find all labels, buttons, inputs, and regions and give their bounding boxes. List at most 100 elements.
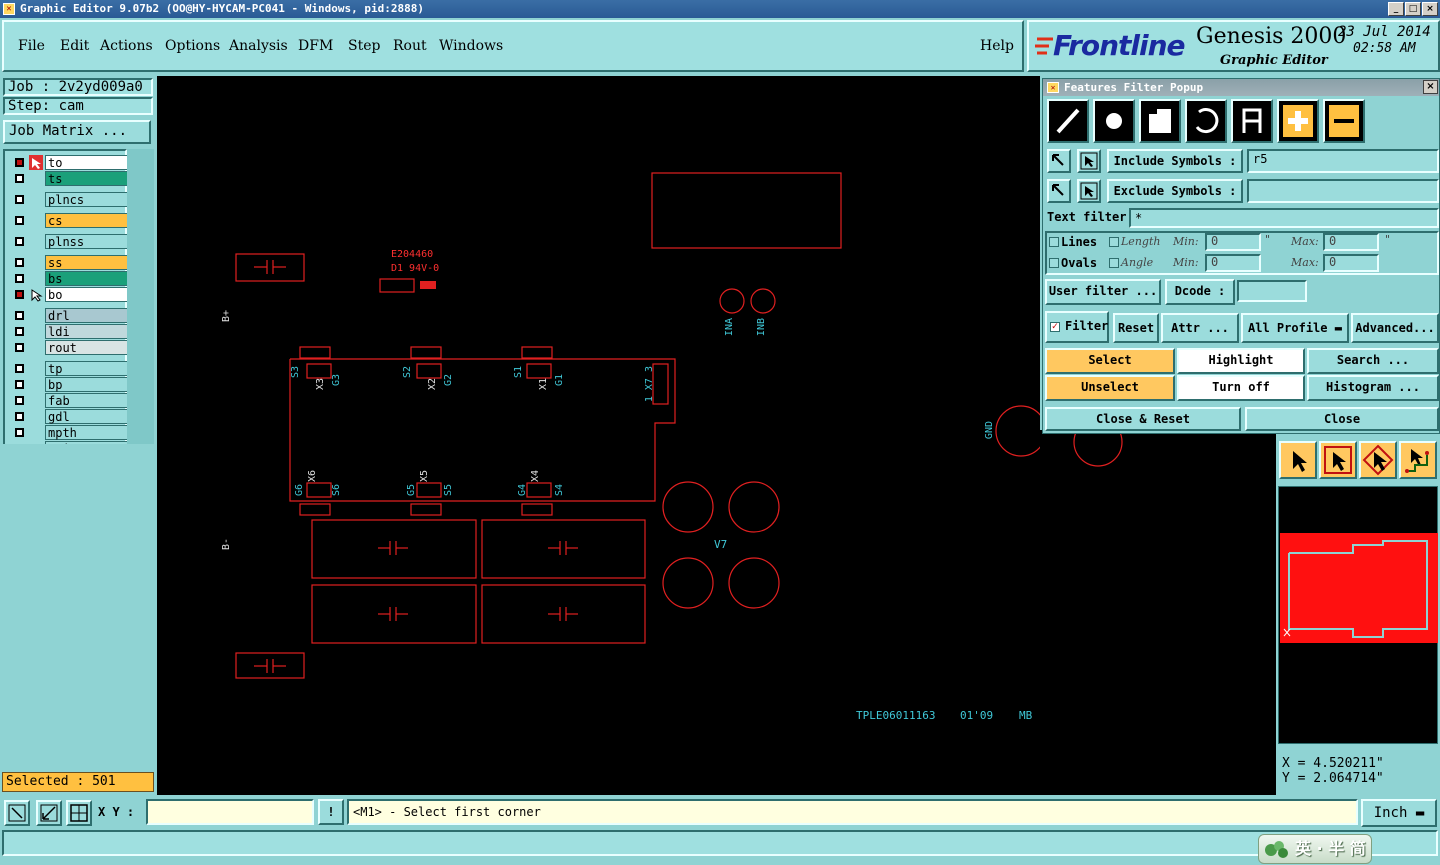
close-reset-button[interactable]: Close & Reset	[1045, 407, 1241, 431]
all-profile-button[interactable]: All Profile ▬	[1241, 313, 1349, 343]
menu-step[interactable]: Step	[348, 38, 380, 54]
alert-button[interactable]: !	[318, 799, 344, 825]
layer-checkbox[interactable]	[11, 193, 27, 206]
length-max-input[interactable]: 0	[1323, 233, 1379, 251]
layer-row[interactable]: drl	[11, 308, 129, 323]
layer-checkbox[interactable]	[11, 172, 27, 185]
layer-checkbox[interactable]	[11, 256, 27, 269]
maximize-button[interactable]: □	[1405, 2, 1421, 16]
text-tool-icon[interactable]	[1231, 99, 1273, 143]
filter-checkbox[interactable]: ✓	[1050, 322, 1060, 332]
graphic-canvas[interactable]: E204460 D1 94V-0 INA INB B+ B- GND V7 1 …	[157, 76, 1040, 795]
select-box-pointer-icon[interactable]	[1319, 441, 1357, 479]
filter-toggle[interactable]: ✓ Filter	[1045, 311, 1109, 343]
layer-checkbox[interactable]	[11, 341, 27, 354]
layer-checkbox[interactable]	[11, 410, 27, 423]
layer-checkbox[interactable]	[11, 214, 27, 227]
layer-checkbox[interactable]	[11, 394, 27, 407]
menu-edit[interactable]: Edit	[60, 38, 89, 54]
unselect-button[interactable]: Unselect	[1045, 375, 1175, 401]
highlight-button[interactable]: Highlight	[1177, 348, 1305, 374]
pad-tool-icon[interactable]	[1093, 99, 1135, 143]
select-polygon-pointer-icon[interactable]	[1359, 441, 1397, 479]
layer-row[interactable]: bs	[11, 271, 129, 286]
popup-close-button[interactable]: ×	[1423, 80, 1438, 94]
layer-row[interactable]: plnss	[11, 234, 129, 249]
menu-actions[interactable]: Actions	[100, 38, 153, 54]
zoom-fit-icon[interactable]	[4, 800, 30, 826]
layer-checkbox[interactable]	[11, 309, 27, 322]
include-symbols-input[interactable]: r5	[1247, 149, 1439, 173]
include-symbols-label[interactable]: Include Symbols :	[1107, 149, 1243, 173]
layer-row[interactable]: to	[11, 155, 129, 170]
ime-toolbar[interactable]: 英 · 半 简	[1258, 834, 1372, 864]
menu-rout[interactable]: Rout	[393, 38, 427, 54]
positive-polarity-icon[interactable]	[1277, 99, 1319, 143]
select-net-icon[interactable]	[1399, 441, 1437, 479]
menu-windows[interactable]: Windows	[439, 38, 503, 54]
measure-icon[interactable]	[36, 800, 62, 826]
menu-file[interactable]: File	[18, 38, 45, 54]
graphic-canvas-right[interactable]	[1040, 417, 1278, 795]
dcode-input[interactable]	[1237, 280, 1307, 302]
close-button[interactable]: Close	[1245, 407, 1439, 431]
text-filter-input[interactable]: *	[1129, 208, 1439, 228]
include-pick-arrow-icon[interactable]	[1077, 149, 1101, 173]
angle-min-input[interactable]: 0	[1205, 254, 1261, 272]
grid-icon[interactable]	[66, 800, 92, 826]
exclude-popup-arrow-icon[interactable]	[1047, 179, 1071, 203]
line-tool-icon[interactable]	[1047, 99, 1089, 143]
layer-checkbox[interactable]	[11, 156, 27, 169]
layer-checkbox[interactable]	[11, 288, 27, 301]
negative-polarity-icon[interactable]	[1323, 99, 1365, 143]
turn-off-button[interactable]: Turn off	[1177, 375, 1305, 401]
job-matrix-button[interactable]: Job Matrix ...	[3, 120, 151, 144]
layer-checkbox[interactable]	[11, 362, 27, 375]
layer-row[interactable]: cs	[11, 213, 129, 228]
layer-checkbox[interactable]	[11, 378, 27, 391]
layer-row[interactable]: plncs	[11, 192, 129, 207]
overview-map[interactable]	[1278, 486, 1438, 744]
arc-tool-icon[interactable]	[1185, 99, 1227, 143]
dcode-label[interactable]: Dcode :	[1165, 279, 1235, 305]
length-checkbox[interactable]	[1109, 237, 1119, 247]
exclude-pick-arrow-icon[interactable]	[1077, 179, 1101, 203]
menu-analysis[interactable]: Analysis	[229, 38, 288, 54]
menu-options[interactable]: Options	[165, 38, 220, 54]
exclude-symbols-label[interactable]: Exclude Symbols :	[1107, 179, 1243, 203]
layer-checkbox[interactable]	[11, 426, 27, 439]
surface-tool-icon[interactable]	[1139, 99, 1181, 143]
select-pointer-icon[interactable]	[1279, 441, 1317, 479]
select-button[interactable]: Select	[1045, 348, 1175, 374]
include-popup-arrow-icon[interactable]	[1047, 149, 1071, 173]
histogram-button[interactable]: Histogram ...	[1307, 375, 1439, 401]
layer-row[interactable]: fab	[11, 393, 129, 408]
attr-button[interactable]: Attr ...	[1161, 313, 1239, 343]
layer-row[interactable]: rout	[11, 340, 129, 355]
reset-button[interactable]: Reset	[1113, 313, 1159, 343]
layer-checkbox[interactable]	[11, 325, 27, 338]
layer-checkbox[interactable]	[11, 272, 27, 285]
exclude-symbols-input[interactable]	[1247, 179, 1439, 203]
layer-row[interactable]: bp	[11, 377, 129, 392]
user-filter-button[interactable]: User filter ...	[1045, 279, 1161, 305]
layer-row[interactable]: bo	[11, 287, 129, 302]
search-button[interactable]: Search ...	[1307, 348, 1439, 374]
lines-checkbox[interactable]	[1049, 237, 1059, 247]
close-window-button[interactable]: ×	[1422, 2, 1438, 16]
minimize-button[interactable]: _	[1388, 2, 1404, 16]
advanced-button[interactable]: Advanced...	[1351, 313, 1439, 343]
menu-help[interactable]: Help	[980, 38, 1014, 54]
layer-row[interactable]: ts	[11, 171, 129, 186]
layer-row[interactable]: gdl	[11, 409, 129, 424]
angle-checkbox[interactable]	[1109, 258, 1119, 268]
length-min-input[interactable]: 0	[1205, 233, 1261, 251]
menu-dfm[interactable]: DFM	[298, 38, 333, 54]
angle-max-input[interactable]: 0	[1323, 254, 1379, 272]
layer-checkbox[interactable]	[11, 235, 27, 248]
layer-row[interactable]: ldi	[11, 324, 129, 339]
unit-selector[interactable]: Inch ▬	[1361, 799, 1437, 827]
layer-row[interactable]: mpth	[11, 425, 129, 440]
layer-row[interactable]: tp	[11, 361, 129, 376]
xy-input[interactable]	[146, 799, 314, 825]
